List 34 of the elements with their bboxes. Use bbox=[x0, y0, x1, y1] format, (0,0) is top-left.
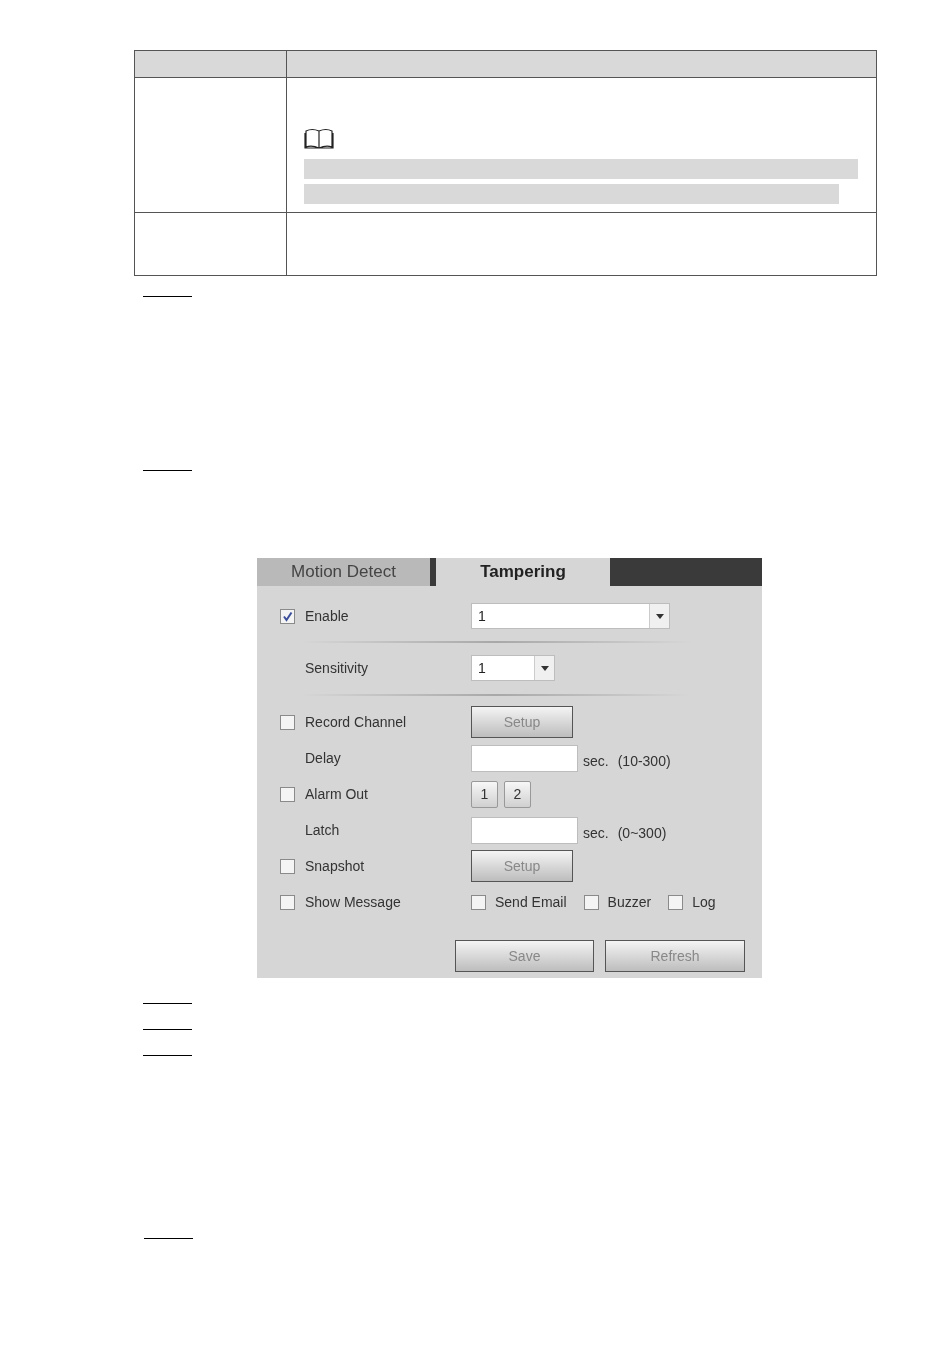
checkbox[interactable] bbox=[280, 714, 295, 730]
range-label: (0~300) bbox=[617, 823, 667, 843]
field-label: Snapshot bbox=[305, 856, 365, 876]
input-field[interactable] bbox=[471, 744, 578, 772]
unit-label: sec. bbox=[583, 751, 609, 771]
field-label: Delay bbox=[305, 748, 341, 768]
checkbox[interactable] bbox=[280, 608, 295, 624]
unit-label: sec. bbox=[583, 823, 609, 843]
sensitivity-select[interactable]: 1 bbox=[471, 655, 555, 681]
tab[interactable]: Tampering bbox=[436, 558, 610, 586]
field-label: Sensitivity bbox=[305, 658, 369, 678]
checkbox[interactable] bbox=[583, 894, 599, 910]
checkbox[interactable] bbox=[280, 894, 295, 910]
checkbox[interactable] bbox=[471, 894, 486, 910]
tab[interactable]: Motion Detect bbox=[257, 558, 430, 586]
alarm-output-button[interactable]: 1 bbox=[471, 780, 498, 808]
field-label: Show Message bbox=[305, 892, 401, 912]
option-label: Log bbox=[692, 892, 716, 912]
field-label: Alarm Out bbox=[305, 784, 368, 804]
field-label: Latch bbox=[305, 820, 340, 840]
option-label: Send Email bbox=[495, 892, 567, 912]
dropdown-arrow-icon[interactable] bbox=[540, 665, 549, 671]
channel-select[interactable]: 1 bbox=[471, 603, 670, 629]
field-label: Record Channel bbox=[305, 712, 407, 732]
dropdown-arrow-icon[interactable] bbox=[655, 613, 664, 619]
checkbox[interactable] bbox=[280, 858, 295, 874]
checkbox[interactable] bbox=[668, 894, 684, 910]
alarm-output-button[interactable]: 2 bbox=[504, 780, 531, 808]
checkbox[interactable] bbox=[280, 786, 295, 802]
book-icon bbox=[304, 128, 334, 150]
range-label: (10-300) bbox=[617, 751, 671, 771]
input-field[interactable] bbox=[471, 816, 578, 844]
option-label: Buzzer bbox=[607, 892, 652, 912]
field-label: Enable bbox=[305, 606, 349, 626]
